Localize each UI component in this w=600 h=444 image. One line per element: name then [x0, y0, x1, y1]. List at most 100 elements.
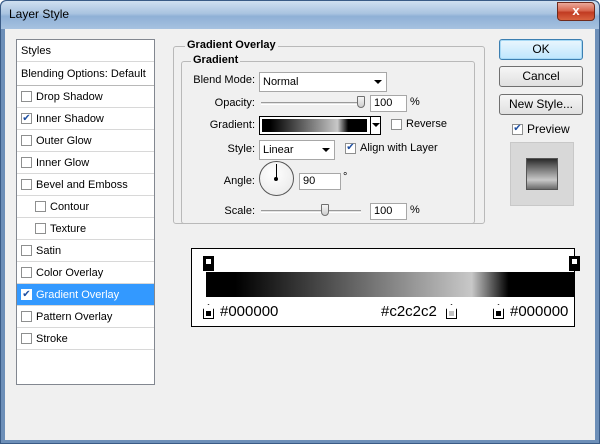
angle-value: 90: [303, 175, 316, 187]
style-item[interactable]: Contour: [17, 196, 154, 218]
title-bar[interactable]: Layer Style x: [1, 1, 599, 29]
scale-percent-sign: %: [410, 204, 420, 216]
style-item-checkbox[interactable]: ✔: [21, 289, 32, 300]
opacity-value: 100: [374, 97, 393, 109]
color-stop[interactable]: [203, 304, 214, 319]
ok-button[interactable]: OK: [499, 39, 583, 60]
style-item-checkbox[interactable]: [21, 157, 32, 168]
layer-style-window: Layer Style x Styles Blending Options: D…: [0, 0, 600, 444]
style-item[interactable]: ✔ Inner Shadow: [17, 108, 154, 130]
style-item-checkbox[interactable]: [35, 201, 46, 212]
styles-header[interactable]: Styles: [17, 40, 154, 62]
angle-label: Angle:: [223, 175, 255, 187]
gradient-swatch[interactable]: [262, 119, 367, 132]
align-with-layer-label: Align with Layer: [360, 142, 438, 154]
styles-list: Styles Blending Options: Default Drop Sh…: [16, 39, 155, 385]
scale-value: 100: [374, 205, 393, 217]
angle-dial-center: [274, 177, 278, 181]
style-item[interactable]: ✔ Gradient Overlay: [17, 284, 154, 306]
style-item-label: Stroke: [36, 332, 68, 345]
chevron-down-icon: [374, 80, 382, 84]
style-item-label: Texture: [50, 222, 87, 235]
chevron-down-icon: [322, 148, 330, 152]
opacity-stop-right[interactable]: [569, 256, 580, 271]
styles-header-label: Styles: [21, 44, 51, 57]
color-stop-label: #000000: [510, 303, 569, 320]
reverse-label: Reverse: [406, 118, 447, 130]
scale-input[interactable]: 100: [370, 203, 407, 220]
gradient-subgroup-title: Gradient: [191, 54, 241, 66]
close-button[interactable]: x: [557, 2, 595, 21]
gradient-dropdown-button[interactable]: [370, 117, 380, 134]
reverse-check-box[interactable]: [391, 118, 402, 130]
color-stop-label: #c2c2c2: [381, 303, 437, 320]
blend-mode-label: Blend Mode:: [193, 74, 255, 86]
blend-mode-value: Normal: [263, 76, 299, 88]
color-stop[interactable]: [493, 304, 504, 319]
close-icon: x: [572, 3, 580, 18]
gradient-picker[interactable]: [259, 116, 381, 135]
cancel-button[interactable]: Cancel: [499, 66, 583, 87]
style-item[interactable]: Outer Glow: [17, 130, 154, 152]
style-item-checkbox[interactable]: [21, 311, 32, 322]
opacity-slider-thumb[interactable]: [357, 96, 365, 108]
style-item[interactable]: Inner Glow: [17, 152, 154, 174]
style-value: Linear: [263, 144, 294, 156]
style-item[interactable]: Drop Shadow: [17, 86, 154, 108]
new-style-button[interactable]: New Style...: [499, 94, 583, 115]
angle-dial[interactable]: [259, 161, 294, 196]
style-item-checkbox[interactable]: [21, 267, 32, 278]
blending-options-label: Blending Options: Default: [21, 67, 146, 80]
gradient-bar[interactable]: [206, 272, 575, 297]
style-item-label: Inner Glow: [36, 156, 90, 169]
align-check-box[interactable]: ✔: [345, 142, 356, 154]
blending-options-item[interactable]: Blending Options: Default: [17, 62, 154, 86]
style-item-label: Outer Glow: [36, 134, 92, 147]
opacity-stop-left[interactable]: [203, 256, 214, 271]
degree-sign: °: [343, 171, 348, 183]
style-item-label: Contour: [50, 200, 90, 213]
style-item-label: Gradient Overlay: [36, 288, 120, 301]
preview-thumbnail: [510, 142, 574, 206]
blend-mode-select[interactable]: Normal: [259, 72, 387, 92]
align-with-layer-checkbox[interactable]: ✔ Align with Layer: [345, 142, 438, 154]
style-item[interactable]: Stroke: [17, 328, 154, 350]
scale-slider[interactable]: [261, 210, 361, 213]
style-item-checkbox[interactable]: [21, 91, 32, 102]
reverse-checkbox[interactable]: Reverse: [391, 118, 447, 130]
style-item-checkbox[interactable]: [21, 179, 32, 190]
chevron-down-icon: [372, 123, 380, 127]
color-stop[interactable]: [446, 304, 457, 319]
style-item-checkbox[interactable]: [21, 135, 32, 146]
style-item-label: Satin: [36, 244, 62, 257]
style-item-label: Drop Shadow: [36, 90, 103, 103]
scale-label: Scale:: [224, 205, 255, 217]
style-item-checkbox[interactable]: [21, 333, 32, 344]
style-item-label: Bevel and Emboss: [36, 178, 128, 191]
style-label: Style:: [227, 143, 255, 155]
style-item-label: Pattern Overlay: [36, 310, 113, 323]
style-item-label: Color Overlay: [36, 266, 104, 279]
preview-checkbox[interactable]: ✔ Preview: [512, 122, 570, 136]
style-item[interactable]: Pattern Overlay: [17, 306, 154, 328]
style-item[interactable]: Color Overlay: [17, 262, 154, 284]
style-item-checkbox[interactable]: ✔: [21, 113, 32, 124]
opacity-label: Opacity:: [214, 97, 255, 109]
style-item-label: Inner Shadow: [36, 112, 104, 125]
angle-input[interactable]: 90: [299, 173, 341, 190]
preview-check-box[interactable]: ✔: [512, 123, 523, 135]
style-item[interactable]: Texture: [17, 218, 154, 240]
style-item[interactable]: Bevel and Emboss: [17, 174, 154, 196]
scale-slider-thumb[interactable]: [321, 204, 329, 216]
gradient-editor: #000000 #c2c2c2 #000000: [191, 248, 580, 327]
style-select[interactable]: Linear: [259, 140, 335, 160]
opacity-percent-sign: %: [410, 96, 420, 108]
style-item[interactable]: Satin: [17, 240, 154, 262]
opacity-input[interactable]: 100: [370, 95, 407, 112]
gradient-label: Gradient:: [209, 119, 255, 131]
preview-label: Preview: [527, 122, 570, 136]
color-stop-label: #000000: [220, 303, 279, 320]
style-item-checkbox[interactable]: [21, 245, 32, 256]
style-item-checkbox[interactable]: [35, 223, 46, 234]
opacity-slider[interactable]: [261, 102, 365, 105]
